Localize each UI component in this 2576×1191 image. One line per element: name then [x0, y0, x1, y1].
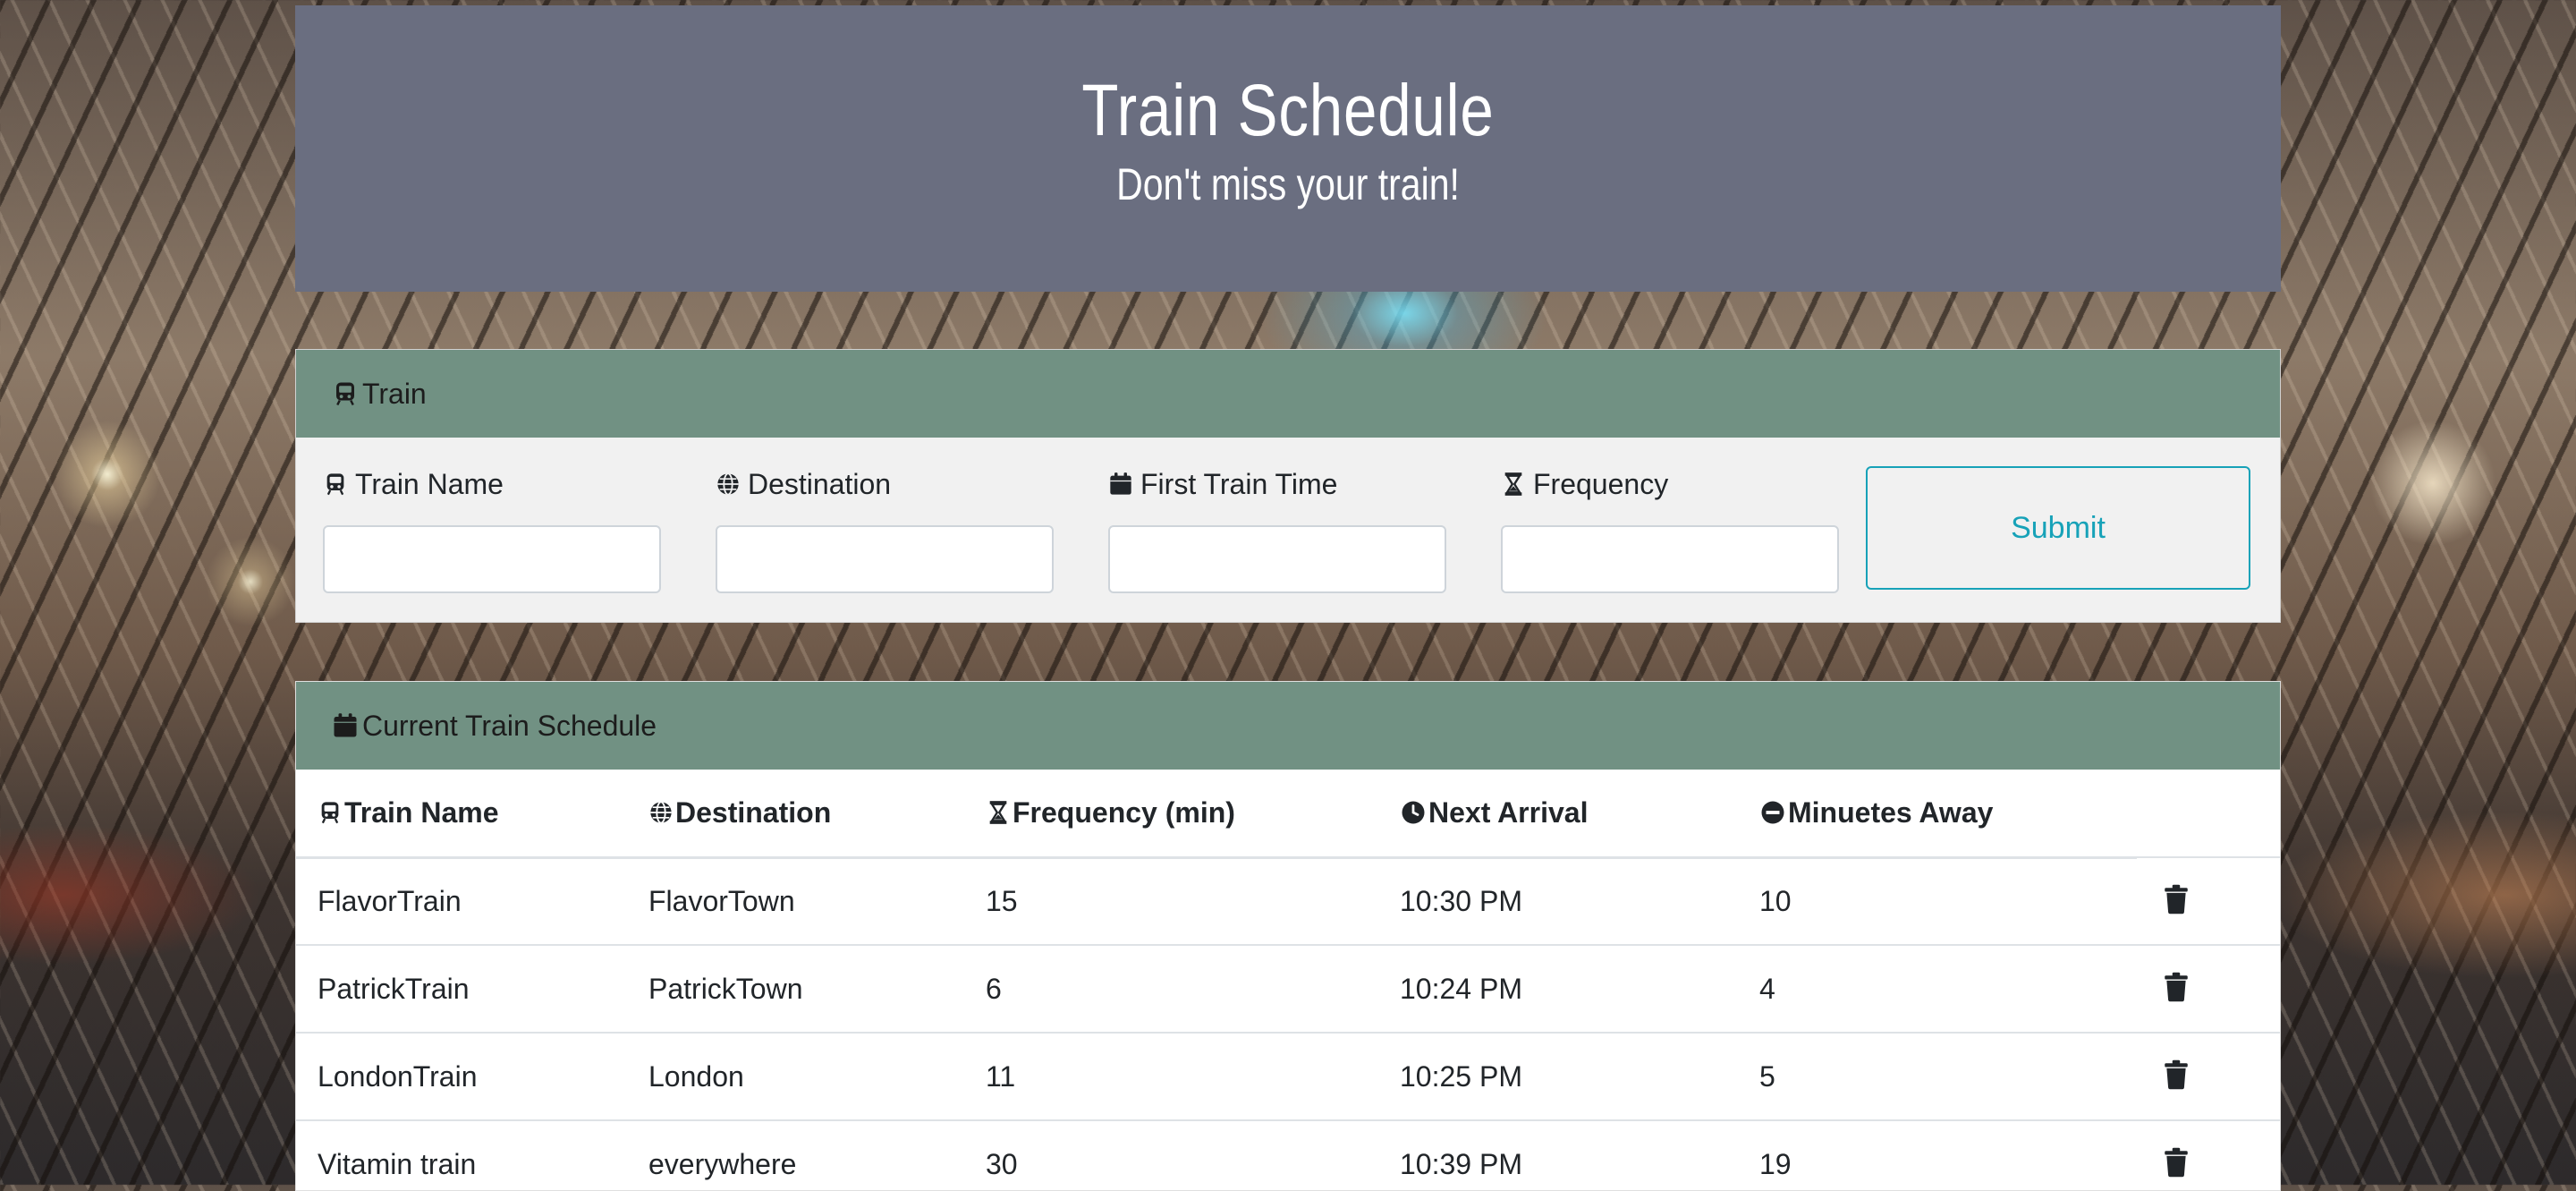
trash-icon[interactable] — [2158, 1057, 2194, 1093]
add-train-card: Train Train Name Destination First Train… — [295, 349, 2281, 623]
first-train-time-input[interactable] — [1108, 525, 1446, 593]
train-name-label: Train Name — [323, 464, 661, 504]
column-header-actions — [2137, 770, 2280, 857]
train-icon — [318, 800, 343, 825]
cell-next-arrival: 10:24 PM — [1378, 944, 1738, 1033]
calendar-icon — [332, 712, 359, 739]
cell-train-name: LondonTrain — [296, 1032, 627, 1120]
table-row: FlavorTrain FlavorTown 15 10:30 PM 10 — [296, 856, 2280, 945]
page-header: Train Schedule Don't miss your train! — [295, 5, 2281, 292]
submit-button[interactable]: Submit — [1866, 466, 2250, 590]
cell-next-arrival: 10:39 PM — [1378, 1119, 1738, 1190]
column-header-frequency: Frequency (min) — [964, 770, 1378, 859]
add-train-card-title: Train — [362, 378, 427, 410]
cell-train-name: Vitamin train — [296, 1119, 627, 1190]
cell-destination: London — [627, 1032, 964, 1120]
trash-icon[interactable] — [2158, 1144, 2194, 1180]
cell-minutes-away: 19 — [1738, 1119, 2137, 1190]
train-schedule-table: Train Name Destination Frequency (min) N… — [296, 770, 2280, 1190]
destination-input[interactable] — [716, 525, 1054, 593]
train-icon — [323, 472, 348, 497]
column-header-next-arrival: Next Arrival — [1378, 770, 1738, 859]
hourglass-icon — [1501, 472, 1526, 497]
cell-destination: everywhere — [627, 1119, 964, 1190]
add-train-card-header: Train — [296, 350, 2280, 438]
train-icon — [332, 380, 359, 407]
train-name-input[interactable] — [323, 525, 661, 593]
frequency-input[interactable] — [1501, 525, 1839, 593]
table-header-row: Train Name Destination Frequency (min) N… — [296, 770, 2280, 859]
schedule-card-title: Current Train Schedule — [362, 710, 657, 742]
cell-next-arrival: 10:30 PM — [1378, 856, 1738, 945]
column-header-destination: Destination — [627, 770, 964, 859]
cell-train-name: PatrickTrain — [296, 944, 627, 1033]
cell-frequency: 11 — [964, 1032, 1378, 1120]
table-row: Vitamin train everywhere 30 10:39 PM 19 — [296, 1119, 2280, 1190]
first-train-time-field-group: First Train Time — [1108, 464, 1446, 593]
train-name-field-group: Train Name — [323, 464, 661, 593]
table-row: PatrickTrain PatrickTown 6 10:24 PM 4 — [296, 944, 2280, 1033]
column-header-train-name: Train Name — [296, 770, 627, 859]
calendar-icon — [1108, 472, 1133, 497]
first-train-time-label: First Train Time — [1108, 464, 1446, 504]
cell-destination: FlavorTown — [627, 856, 964, 945]
trash-icon[interactable] — [2158, 969, 2194, 1005]
cell-actions — [2137, 1119, 2280, 1190]
clock-icon — [1400, 799, 1427, 826]
schedule-table-body: FlavorTrain FlavorTown 15 10:30 PM 10 Pa… — [296, 856, 2280, 1190]
cell-actions — [2137, 856, 2280, 945]
hourglass-icon — [986, 800, 1011, 825]
page-title: Train Schedule — [1081, 70, 1495, 151]
cell-actions — [2137, 1032, 2280, 1120]
cell-destination: PatrickTown — [627, 944, 964, 1033]
frequency-field-group: Frequency — [1501, 464, 1839, 593]
minus-circle-icon — [1759, 799, 1786, 826]
train-schedule-card: Current Train Schedule Train Name Destin… — [295, 681, 2281, 1191]
table-row: LondonTrain London 11 10:25 PM 5 — [296, 1032, 2280, 1120]
cell-frequency: 15 — [964, 856, 1378, 945]
cell-minutes-away: 10 — [1738, 856, 2137, 945]
add-train-form: Train Name Destination First Train Time — [296, 438, 2280, 622]
page-subtitle: Don't miss your train! — [1116, 159, 1460, 209]
globe-icon — [716, 472, 741, 497]
schedule-card-header: Current Train Schedule — [296, 682, 2280, 770]
cell-frequency: 30 — [964, 1119, 1378, 1190]
frequency-label: Frequency — [1501, 464, 1839, 504]
cell-minutes-away: 5 — [1738, 1032, 2137, 1120]
column-header-minutes-away: Minuetes Away — [1738, 770, 2137, 859]
trash-icon[interactable] — [2158, 881, 2194, 917]
cell-actions — [2137, 944, 2280, 1033]
globe-icon — [648, 800, 674, 825]
destination-label: Destination — [716, 464, 1054, 504]
cell-minutes-away: 4 — [1738, 944, 2137, 1033]
cell-frequency: 6 — [964, 944, 1378, 1033]
cell-next-arrival: 10:25 PM — [1378, 1032, 1738, 1120]
destination-field-group: Destination — [716, 464, 1054, 593]
cell-train-name: FlavorTrain — [296, 856, 627, 945]
